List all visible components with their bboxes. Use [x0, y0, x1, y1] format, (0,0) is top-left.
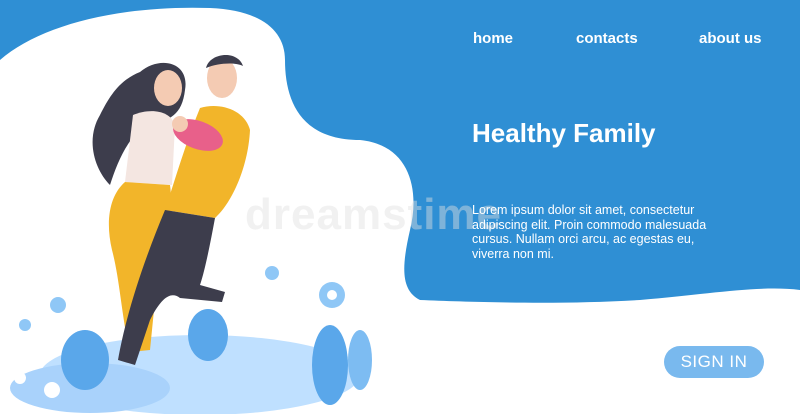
- flower-icon: [265, 266, 279, 280]
- flower-icon: [44, 382, 60, 398]
- hero-title: Healthy Family: [472, 118, 656, 148]
- leaf: [312, 325, 348, 405]
- hero-description: Lorem ipsum dolor sit amet, consectetur …: [472, 203, 707, 261]
- leaf: [188, 309, 228, 361]
- baby-face: [172, 116, 188, 132]
- woman-top: [125, 111, 175, 185]
- flower-icon: [19, 319, 31, 331]
- leaf: [348, 330, 372, 390]
- nav-contacts-link[interactable]: contacts: [576, 30, 638, 47]
- landing-page: dreamstime home contacts about us Health…: [0, 0, 800, 414]
- sign-in-button[interactable]: SIGN IN: [664, 346, 764, 378]
- flower-icon: [327, 290, 337, 300]
- nav-about-link[interactable]: about us: [699, 30, 762, 47]
- flower-icon: [50, 297, 66, 313]
- family-illustration: [10, 54, 372, 414]
- flower-icon: [14, 372, 26, 384]
- woman-face: [154, 70, 182, 106]
- leaf: [61, 330, 109, 390]
- nav-home-link[interactable]: home: [473, 30, 513, 47]
